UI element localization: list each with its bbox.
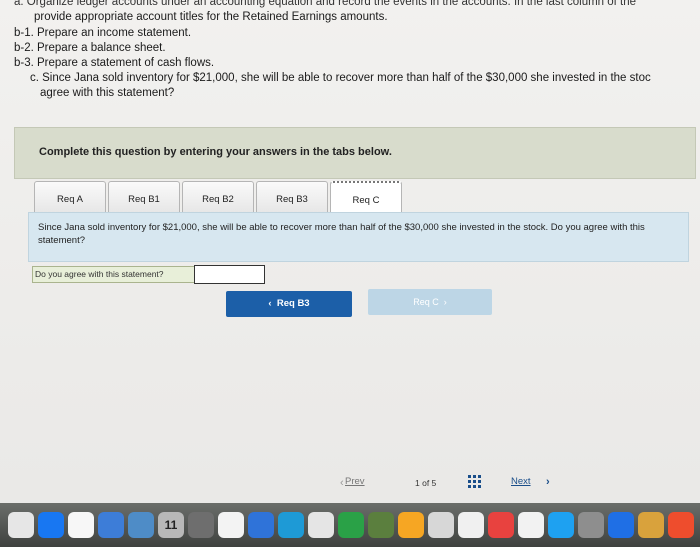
- misc-app-icon-1[interactable]: [608, 512, 634, 538]
- page: a. Organize ledger accounts under an acc…: [0, 0, 700, 547]
- pager-next-link[interactable]: Next: [511, 476, 531, 494]
- question-line-a: a. Organize ledger accounts under an acc…: [14, 0, 637, 8]
- calendar-day: 11: [164, 518, 178, 532]
- instruction-banner: Complete this question by entering your …: [14, 127, 696, 179]
- maps-icon[interactable]: [278, 512, 304, 538]
- mail-icon[interactable]: [98, 512, 124, 538]
- powerpoint-icon[interactable]: [578, 512, 604, 538]
- question-line-b2: b-2. Prepare a balance sheet.: [14, 42, 166, 54]
- misc-app-icon-3[interactable]: [668, 512, 694, 538]
- next-requirement-label: Req C: [413, 297, 439, 307]
- prev-requirement-label: Req B3: [276, 298, 310, 309]
- itunes-icon[interactable]: [368, 512, 394, 538]
- app-store-icon[interactable]: [518, 512, 544, 538]
- question-line-c: c. Since Jana sold inventory for $21,000…: [30, 72, 651, 84]
- question-line-b1: b-1. Prepare an income statement.: [14, 27, 192, 39]
- word-icon[interactable]: [548, 512, 574, 538]
- keynote-icon[interactable]: [488, 512, 514, 538]
- messages-icon[interactable]: [308, 512, 334, 538]
- photos-icon[interactable]: [218, 512, 244, 538]
- chevron-left-icon: ‹: [268, 298, 277, 309]
- question-line-c-continued: agree with this statement?: [40, 87, 175, 99]
- requirement-description: Since Jana sold inventory for $21,000, s…: [38, 222, 645, 246]
- calendar-icon[interactable]: 11: [158, 512, 184, 538]
- question-grid-icon[interactable]: [468, 475, 482, 489]
- agree-question-label: Do you agree with this statement?: [32, 266, 196, 283]
- numbers-icon[interactable]: [428, 512, 454, 538]
- music-icon[interactable]: [458, 512, 484, 538]
- system-preferences-icon[interactable]: [188, 512, 214, 538]
- preview-icon[interactable]: [128, 512, 154, 538]
- pager-prev-link[interactable]: Prev: [345, 476, 365, 494]
- pager-count: 1 of 5: [415, 478, 437, 488]
- next-requirement-button[interactable]: Req C ›: [368, 289, 492, 315]
- pager-prev-chevron-icon: ‹: [340, 477, 344, 489]
- prev-requirement-button[interactable]: ‹ Req B3: [226, 291, 352, 317]
- agree-answer-input[interactable]: [194, 265, 265, 284]
- misc-app-icon-2[interactable]: [638, 512, 664, 538]
- notes-icon[interactable]: [248, 512, 274, 538]
- requirement-panel: Since Jana sold inventory for $21,000, s…: [28, 212, 689, 262]
- instruction-text: Complete this question by entering your …: [39, 146, 392, 158]
- calendar-blank-icon[interactable]: [68, 512, 94, 538]
- pages-icon[interactable]: [398, 512, 424, 538]
- facetime-icon[interactable]: [338, 512, 364, 538]
- chevron-right-icon: ›: [438, 297, 447, 307]
- safari-icon[interactable]: [38, 512, 64, 538]
- question-line-b3: b-3. Prepare a statement of cash flows.: [14, 57, 215, 69]
- question-line-a-continued: provide appropriate account titles for t…: [34, 11, 388, 23]
- macos-dock: 11: [0, 503, 700, 547]
- finder-icon[interactable]: [8, 512, 34, 538]
- pager-next-chevron-icon: ›: [546, 476, 550, 488]
